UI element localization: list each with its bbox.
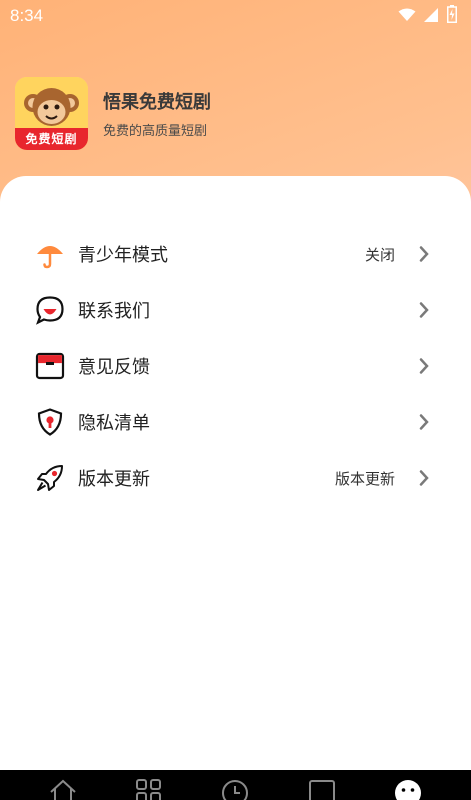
app-subtitle: 免费的高质量短剧 (103, 123, 208, 139)
battery-icon (447, 5, 457, 27)
shield-icon (34, 406, 66, 438)
profile-icon[interactable] (393, 778, 423, 800)
rocket-icon (34, 462, 66, 494)
settings-menu: 青少年模式 关闭 联系我们 意见反馈 隐私清单 版本更新 版本更新 (0, 226, 471, 506)
umbrella-icon (34, 238, 66, 270)
chat-bubble-icon (34, 294, 66, 326)
square-icon[interactable] (307, 778, 337, 800)
status-bar: 8:34 (0, 0, 471, 32)
clock-icon[interactable] (220, 778, 250, 800)
menu-item-version-update[interactable]: 版本更新 版本更新 (0, 450, 471, 506)
menu-label: 意见反馈 (78, 357, 150, 378)
menu-value: 版本更新 (334, 469, 395, 488)
menu-label: 隐私清单 (78, 413, 150, 434)
home-icon[interactable] (48, 778, 78, 800)
signal-icon (424, 7, 439, 26)
app-logo: 免费短剧 (15, 76, 88, 150)
status-icons (398, 5, 457, 27)
menu-item-feedback[interactable]: 意见反馈 (0, 338, 471, 394)
mine-screen: 8:34 免费短剧 悟果免费短剧 免费的高质量短剧 青少年模式 关闭 联系我们 … (0, 0, 471, 800)
settings-card: 青少年模式 关闭 联系我们 意见反馈 隐私清单 版本更新 版本更新 (0, 176, 471, 770)
bottom-nav (0, 770, 471, 800)
menu-item-contact-us[interactable]: 联系我们 (0, 282, 471, 338)
menu-item-privacy-list[interactable]: 隐私清单 (0, 394, 471, 450)
menu-item-youth-mode[interactable]: 青少年模式 关闭 (0, 226, 471, 282)
chevron-right-icon (419, 245, 431, 263)
app-logo-label: 免费短剧 (15, 127, 88, 150)
app-title: 悟果免费短剧 (103, 91, 211, 113)
feedback-box-icon (34, 350, 66, 382)
menu-label: 联系我们 (78, 301, 150, 322)
chevron-right-icon (419, 469, 431, 487)
status-time: 8:34 (10, 6, 44, 25)
app-info: 悟果免费短剧 免费的高质量短剧 (103, 88, 211, 139)
wifi-icon (398, 7, 416, 26)
chevron-right-icon (419, 357, 431, 375)
chevron-right-icon (419, 413, 431, 431)
app-header: 免费短剧 悟果免费短剧 免费的高质量短剧 (15, 76, 211, 150)
chevron-right-icon (419, 301, 431, 319)
grid-icon[interactable] (134, 778, 164, 800)
menu-label: 版本更新 (78, 469, 150, 490)
menu-label: 青少年模式 (78, 245, 168, 266)
menu-value: 关闭 (364, 245, 395, 264)
